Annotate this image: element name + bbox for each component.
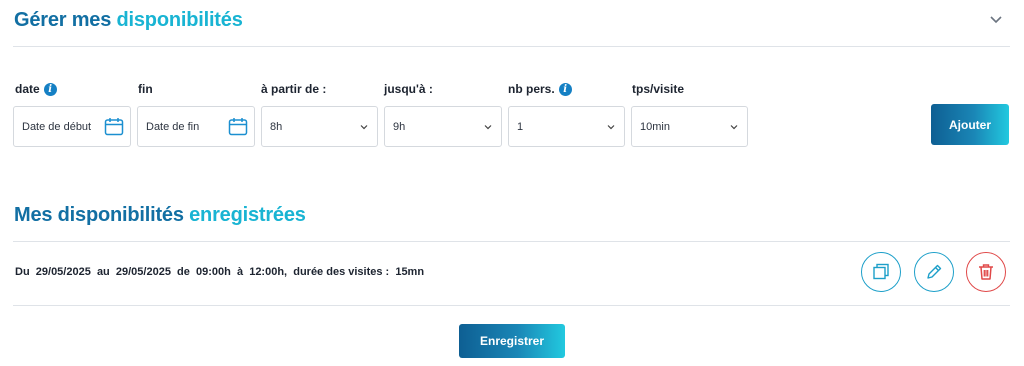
chevron-down-icon xyxy=(607,125,615,130)
copy-icon xyxy=(873,263,889,280)
divider xyxy=(13,305,1010,306)
edit-button[interactable] xyxy=(914,252,954,292)
label-fin: fin xyxy=(138,82,153,96)
end-date-input[interactable]: Date de fin xyxy=(137,106,255,147)
page-title: Gérer mes disponibilités xyxy=(14,8,243,31)
label-visit-time: tps/visite xyxy=(632,82,685,96)
trash-icon xyxy=(979,264,993,280)
label-date: date i xyxy=(15,82,57,96)
saved-availability-header: Mes disponibilités enregistrées xyxy=(14,202,1010,228)
copy-button[interactable] xyxy=(861,252,901,292)
label-from-hour: à partir de : xyxy=(261,82,327,96)
visit-time-select[interactable]: 10min xyxy=(631,106,748,147)
start-date-input[interactable]: Date de début xyxy=(13,106,131,147)
pencil-icon xyxy=(927,264,942,279)
chevron-down-icon xyxy=(730,125,738,130)
chevron-down-icon xyxy=(484,125,492,130)
divider xyxy=(13,46,1010,47)
delete-button[interactable] xyxy=(966,252,1006,292)
chevron-down-icon xyxy=(360,125,368,130)
add-button[interactable]: Ajouter xyxy=(931,104,1009,145)
persons-select[interactable]: 1 xyxy=(508,106,625,147)
calendar-icon[interactable] xyxy=(228,117,248,136)
chevron-down-icon[interactable] xyxy=(986,10,1006,30)
calendar-icon[interactable] xyxy=(104,117,124,136)
info-icon[interactable]: i xyxy=(558,82,572,96)
label-to-hour: jusqu'à : xyxy=(384,82,433,96)
label-persons: nb pers. i xyxy=(508,82,572,96)
save-button[interactable]: Enregistrer xyxy=(459,324,565,358)
info-icon[interactable]: i xyxy=(43,82,57,96)
from-hour-select[interactable]: 8h xyxy=(261,106,378,147)
to-hour-select[interactable]: 9h xyxy=(384,106,502,147)
availability-entry-text: Du 29/05/2025 au 29/05/2025 de 09:00h à … xyxy=(15,266,425,278)
divider xyxy=(13,241,1010,242)
section-title: Mes disponibilités enregistrées xyxy=(14,203,306,226)
manage-availability-header[interactable]: Gérer mes disponibilités xyxy=(14,6,1010,34)
